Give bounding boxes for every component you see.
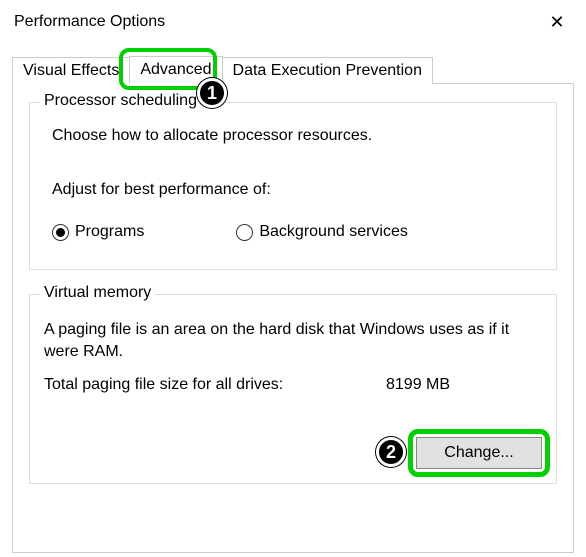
tab-dep[interactable]: Data Execution Prevention <box>222 57 433 84</box>
radio-icon <box>236 224 253 241</box>
tab-panel-advanced: Processor scheduling Choose how to alloc… <box>12 83 574 553</box>
group-virtual-memory: Virtual memory A paging file is an area … <box>29 294 557 484</box>
virtual-memory-description: A paging file is an area on the hard dis… <box>44 319 542 362</box>
radio-label: Programs <box>75 223 144 241</box>
group-processor-scheduling: Processor scheduling Choose how to alloc… <box>29 102 557 270</box>
change-button-wrap: Change... 2 <box>416 437 542 469</box>
processor-description: Choose how to allocate processor resourc… <box>52 127 542 145</box>
window-title: Performance Options <box>14 13 165 31</box>
paging-size-value: 8199 MB <box>386 376 450 394</box>
tab-visual-effects[interactable]: Visual Effects <box>12 57 130 84</box>
close-icon[interactable]: ✕ <box>542 12 572 32</box>
annotation-badge-2: 2 <box>376 437 406 467</box>
group-legend: Processor scheduling <box>40 92 201 110</box>
group-legend: Virtual memory <box>40 284 155 302</box>
radio-label: Background services <box>259 223 408 241</box>
paging-size-label: Total paging file size for all drives: <box>44 376 386 394</box>
change-button[interactable]: Change... <box>416 437 542 469</box>
radio-group: Programs Background services <box>52 223 542 241</box>
tab-strip: Visual Effects Advanced Data Execution P… <box>12 56 574 84</box>
tab-label: Visual Effects <box>23 62 119 79</box>
radio-icon <box>52 224 69 241</box>
radio-background-services[interactable]: Background services <box>236 223 408 241</box>
radio-programs[interactable]: Programs <box>52 223 144 241</box>
tab-label: Data Execution Prevention <box>233 62 422 79</box>
tab-area: Visual Effects Advanced Data Execution P… <box>12 56 574 553</box>
title-bar: Performance Options ✕ <box>0 0 586 40</box>
tab-label: Advanced <box>140 61 211 78</box>
paging-size-row: Total paging file size for all drives: 8… <box>44 376 542 394</box>
adjust-label: Adjust for best performance of: <box>52 181 542 199</box>
annotation-badge-1: 1 <box>197 78 227 108</box>
